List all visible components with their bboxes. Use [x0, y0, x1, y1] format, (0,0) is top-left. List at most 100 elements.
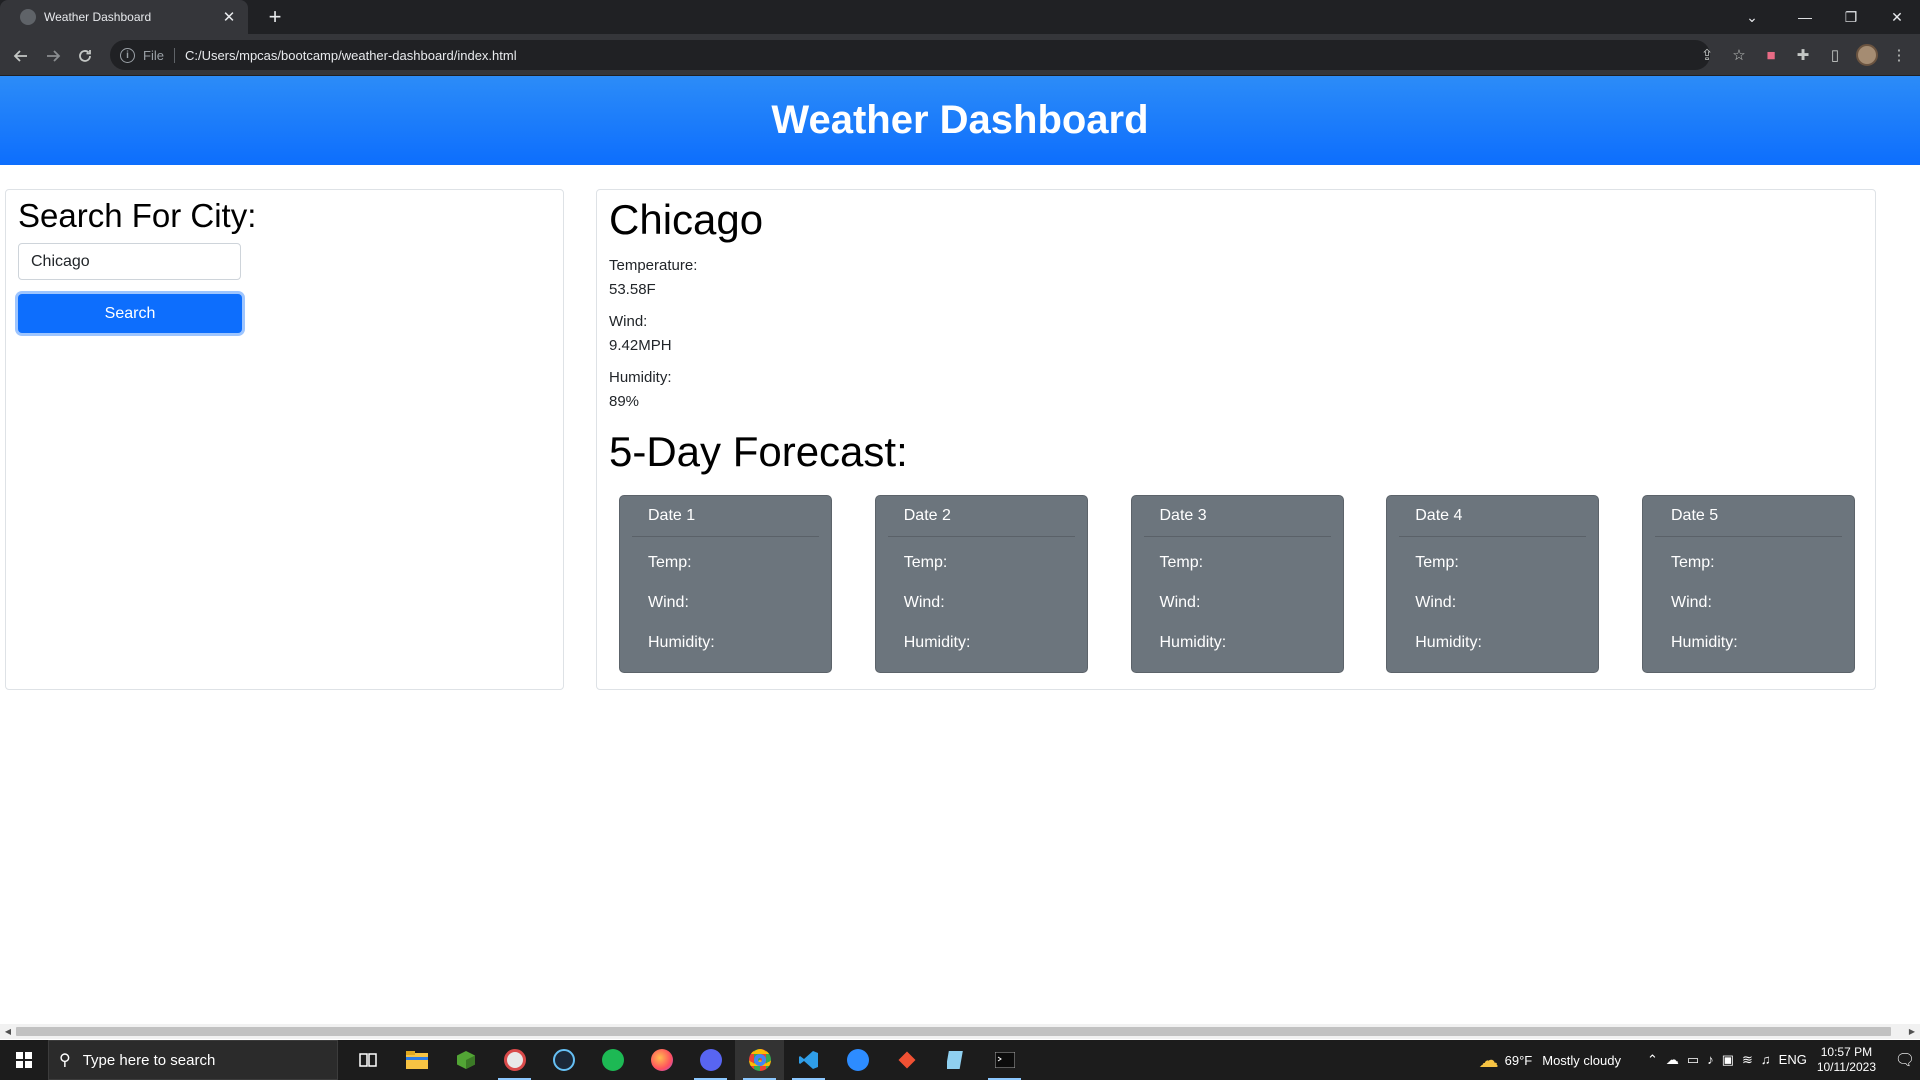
cloud-icon[interactable]: ☁ — [1666, 1052, 1679, 1068]
tab-search-button[interactable]: ⌄ — [1722, 0, 1782, 34]
humidity-value: 89% — [609, 393, 640, 410]
scheme-label: File — [143, 47, 175, 63]
temperature-stat: Temperature: 53.58F — [609, 254, 1863, 302]
spotify-icon[interactable] — [588, 1040, 637, 1080]
system-tray: ☁ 69°F Mostly cloudy ⌃ ☁ ▭ ♪ ▣ ≋ ♫ ENG 1… — [1479, 1040, 1920, 1080]
wind-stat: Wind: 9.42MPH — [609, 310, 1863, 358]
menu-icon[interactable]: ⋮ — [1886, 42, 1912, 68]
profile-button[interactable] — [1854, 42, 1880, 68]
city-search-input[interactable] — [18, 243, 241, 280]
forward-button[interactable] — [40, 43, 66, 69]
volume-icon[interactable]: ♫ — [1761, 1052, 1771, 1068]
vscode-icon[interactable] — [784, 1040, 833, 1080]
forecast-date: Date 2 — [887, 496, 1075, 537]
reload-button[interactable] — [72, 43, 98, 69]
wind-value: 9.42MPH — [609, 337, 672, 354]
forecast-card: Date 4 Temp: Wind: Humidity: — [1386, 495, 1600, 673]
humidity-stat: Humidity: 89% — [609, 366, 1863, 414]
forecast-wind: Wind: — [1415, 594, 1457, 611]
extension-icon[interactable]: ■ — [1758, 42, 1784, 68]
windows-taskbar: ⚲ Type here to search ☁ 69°F Mostly clou… — [0, 1040, 1920, 1080]
paint-icon[interactable] — [490, 1040, 539, 1080]
star-icon[interactable]: ☆ — [1726, 42, 1752, 68]
share-icon[interactable]: ⇪ — [1694, 42, 1720, 68]
minecraft-icon[interactable] — [441, 1040, 490, 1080]
window-close-button[interactable]: ✕ — [1874, 0, 1920, 34]
forecast-temp: Temp: — [648, 554, 692, 571]
cloud-sun-icon: ☁ — [1478, 1049, 1499, 1072]
microphone-icon[interactable]: ♪ — [1707, 1052, 1714, 1068]
zoom-icon[interactable] — [833, 1040, 882, 1080]
search-icon: ⚲ — [59, 1052, 71, 1069]
display-icon[interactable]: ▣ — [1722, 1052, 1734, 1068]
tab-title: Weather Dashboard — [44, 10, 152, 24]
steam-icon[interactable] — [539, 1040, 588, 1080]
info-icon[interactable]: i — [120, 47, 135, 63]
clock-time: 10:57 PM — [1820, 1045, 1873, 1059]
device-icon[interactable]: ▭ — [1687, 1052, 1699, 1068]
search-heading: Search For City: — [18, 197, 257, 234]
tray-icons: ⌃ ☁ ▭ ♪ ▣ ≋ ♫ ENG — [1647, 1052, 1807, 1068]
forecast-card: Date 2 Temp: Wind: Humidity: — [874, 495, 1088, 673]
forecast-title: 5-Day Forecast: — [609, 428, 908, 475]
back-button[interactable] — [8, 43, 34, 69]
globe-icon — [20, 9, 36, 25]
terminal-icon[interactable] — [980, 1040, 1029, 1080]
page-header: Weather Dashboard — [0, 76, 1920, 165]
new-tab-button[interactable]: + — [262, 4, 288, 30]
scroll-right-icon[interactable]: ▶ — [1904, 1024, 1920, 1039]
scroll-left-icon[interactable]: ◀ — [0, 1024, 16, 1039]
forecast-wind: Wind: — [903, 594, 945, 611]
weather-temp: 69°F — [1504, 1052, 1533, 1068]
weather-panel: Chicago Temperature: 53.58F Wind: 9.42MP… — [596, 189, 1876, 690]
firefox-icon[interactable] — [637, 1040, 686, 1080]
horizontal-scrollbar[interactable]: ◀ ▶ — [0, 1024, 1920, 1039]
forecast-humidity: Humidity: — [903, 634, 971, 651]
file-explorer-icon[interactable] — [392, 1040, 441, 1080]
start-button[interactable] — [0, 1040, 48, 1080]
scrollbar-thumb[interactable] — [16, 1027, 1891, 1036]
forecast-date: Date 4 — [1399, 496, 1587, 537]
avatar — [1856, 44, 1878, 66]
git-icon[interactable] — [882, 1040, 931, 1080]
windows-logo-icon — [16, 1052, 32, 1068]
taskbar-search-placeholder: Type here to search — [82, 1051, 216, 1069]
forecast-card: Date 5 Temp: Wind: Humidity: — [1642, 495, 1855, 673]
restore-button[interactable]: ❐ — [1828, 0, 1874, 34]
wifi-icon[interactable]: ≋ — [1742, 1052, 1753, 1068]
weather-widget[interactable]: ☁ 69°F Mostly cloudy — [1479, 1048, 1621, 1073]
task-view-icon[interactable] — [343, 1040, 392, 1080]
arrow-right-icon — [47, 50, 61, 62]
weather-condition: Mostly cloudy — [1542, 1052, 1621, 1068]
chevron-up-icon[interactable]: ⌃ — [1647, 1052, 1658, 1068]
clock-date: 10/11/2023 — [1816, 1060, 1876, 1074]
forecast-humidity: Humidity: — [1415, 634, 1482, 651]
close-icon[interactable]: ✕ — [220, 8, 238, 26]
chrome-icon[interactable] — [735, 1040, 784, 1080]
forecast-humidity: Humidity: — [1671, 634, 1738, 651]
wind-label: Wind: — [609, 313, 648, 330]
taskbar-search[interactable]: ⚲ Type here to search — [48, 1040, 338, 1080]
clock[interactable]: 10:57 PM 10/11/2023 — [1817, 1045, 1876, 1075]
forecast-humidity: Humidity: — [1159, 634, 1227, 651]
temperature-value: 53.58F — [609, 281, 656, 298]
toolbar-actions: ⇪ ☆ ■ ✚ ▯ ⋮ — [1694, 42, 1912, 68]
forecast-card: Date 3 Temp: Wind: Humidity: — [1130, 495, 1344, 673]
minimize-button[interactable]: — — [1782, 0, 1828, 34]
puzzle-icon[interactable]: ✚ — [1790, 42, 1816, 68]
side-panel-icon[interactable]: ▯ — [1822, 42, 1848, 68]
search-button[interactable]: Search — [18, 294, 242, 333]
url-text[interactable]: C:/Users/mpcas/bootcamp/weather-dashboar… — [185, 48, 517, 63]
address-bar[interactable]: i File C:/Users/mpcas/bootcamp/weather-d… — [110, 40, 1710, 70]
window-controls: ⌄ — ❐ ✕ — [1722, 0, 1920, 34]
notepad-icon[interactable] — [931, 1040, 980, 1080]
forecast-date: Date 5 — [1655, 496, 1842, 537]
arrow-left-icon — [13, 50, 27, 62]
discord-icon[interactable] — [686, 1040, 735, 1080]
language-indicator[interactable]: ENG — [1779, 1052, 1807, 1068]
notification-icon[interactable]: 🗨 — [1890, 1040, 1920, 1080]
browser-tab-strip: Weather Dashboard ✕ + ⌄ — ❐ ✕ — [0, 0, 1920, 34]
forecast-cards: Date 1 Temp: Wind: Humidity: Date 2 Temp… — [619, 495, 1855, 673]
temperature-label: Temperature: — [609, 257, 698, 274]
browser-tab[interactable]: Weather Dashboard ✕ — [0, 0, 248, 34]
